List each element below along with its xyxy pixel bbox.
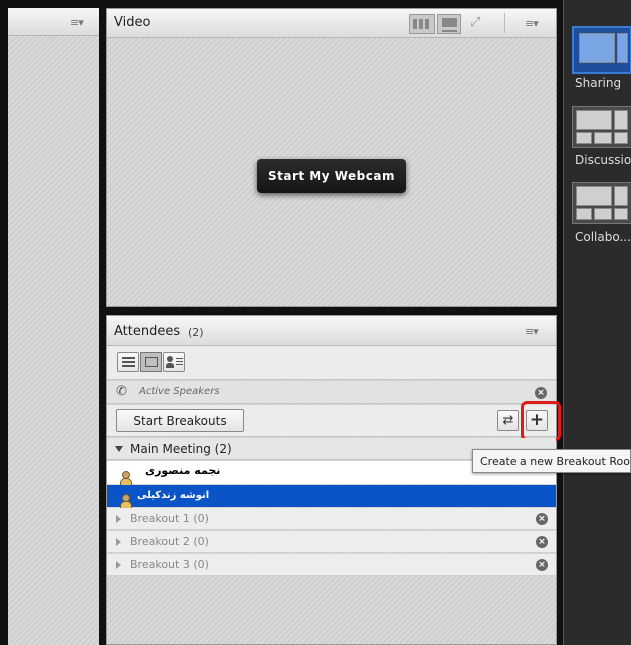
phone-icon: ✆ — [116, 384, 127, 399]
presenter-view-icon[interactable] — [163, 352, 185, 372]
menu-icon[interactable]: ≡▾ — [525, 325, 539, 338]
layout-thumb-discussion[interactable] — [572, 106, 631, 148]
close-icon[interactable]: × — [535, 387, 547, 399]
user-icon — [118, 470, 132, 486]
layouts-sidebar: Sharing Discussion Collabo... — [563, 0, 631, 645]
expand-icon[interactable] — [116, 538, 121, 546]
expand-icon[interactable] — [116, 561, 121, 569]
attendees-pod-header: Attendees (2) ≡▾ — [107, 316, 556, 346]
video-pod: Video ⤢ ≡▾ Start My Webcam — [106, 8, 557, 307]
attendees-pod-title: Attendees — [114, 324, 181, 339]
expand-icon[interactable] — [116, 515, 121, 523]
attendee-name: انوشه زندکیلی — [137, 490, 210, 501]
start-breakouts-button[interactable]: Start Breakouts — [116, 409, 244, 432]
attendees-pod: Attendees (2) ≡▾ ✆ Active Speakers × Sta… — [106, 315, 561, 645]
breakout-view-icon[interactable] — [140, 352, 162, 372]
fullscreen-icon[interactable]: ⤢ — [470, 15, 480, 30]
breakout-row[interactable]: Breakout 3 (0) × — [107, 554, 556, 576]
header-divider — [504, 13, 505, 33]
user-icon — [118, 493, 132, 509]
breakout-label: Breakout 3 (0) — [130, 558, 209, 571]
shuffle-icon[interactable]: ⇄ — [497, 410, 519, 431]
tooltip: Create a new Breakout Room — [472, 449, 631, 473]
active-speakers-label: Active Speakers — [139, 386, 220, 397]
menu-icon[interactable]: ≡▾ — [525, 17, 539, 30]
layout-thumb-sharing[interactable] — [572, 26, 631, 74]
left-pod-header: ≡▾ — [8, 8, 99, 36]
start-webcam-button[interactable]: Start My Webcam — [257, 159, 406, 193]
menu-icon[interactable]: ≡▾ — [70, 16, 84, 29]
layout-label: Discussion — [575, 153, 631, 167]
close-icon[interactable]: × — [536, 536, 548, 548]
breakout-row[interactable]: Breakout 2 (0) × — [107, 531, 556, 553]
grid-view-icon[interactable] — [409, 14, 435, 34]
close-icon[interactable]: × — [536, 559, 548, 571]
breakout-label: Breakout 2 (0) — [130, 535, 209, 548]
close-icon[interactable]: × — [536, 513, 548, 525]
video-pod-header: Video ⤢ ≡▾ — [107, 9, 556, 38]
attendee-count: (2) — [188, 326, 204, 339]
expand-icon[interactable] — [115, 446, 123, 452]
attendee-name: نجمه منصوری — [145, 464, 221, 477]
breakout-controls: Start Breakouts ⇄ + — [107, 401, 561, 441]
attendee-row-selected[interactable]: انوشه زندکیلی — [107, 485, 556, 509]
breakout-label: Breakout 1 (0) — [130, 512, 209, 525]
view-toolbar — [107, 346, 556, 380]
layout-label: Collabo... — [575, 230, 631, 244]
list-view-icon[interactable] — [117, 352, 139, 372]
video-pod-title: Video — [114, 15, 151, 30]
active-speakers-row: ✆ Active Speakers × — [107, 381, 556, 404]
layout-label: Sharing — [575, 76, 622, 90]
left-pod: ≡▾ — [8, 8, 99, 645]
breakout-row[interactable]: Breakout 1 (0) × — [107, 508, 556, 530]
highlight-box — [521, 401, 561, 441]
main-meeting-label: Main Meeting (2) — [130, 442, 232, 456]
layout-thumb-collaboration[interactable] — [572, 182, 631, 224]
filmstrip-view-icon[interactable] — [437, 14, 461, 34]
